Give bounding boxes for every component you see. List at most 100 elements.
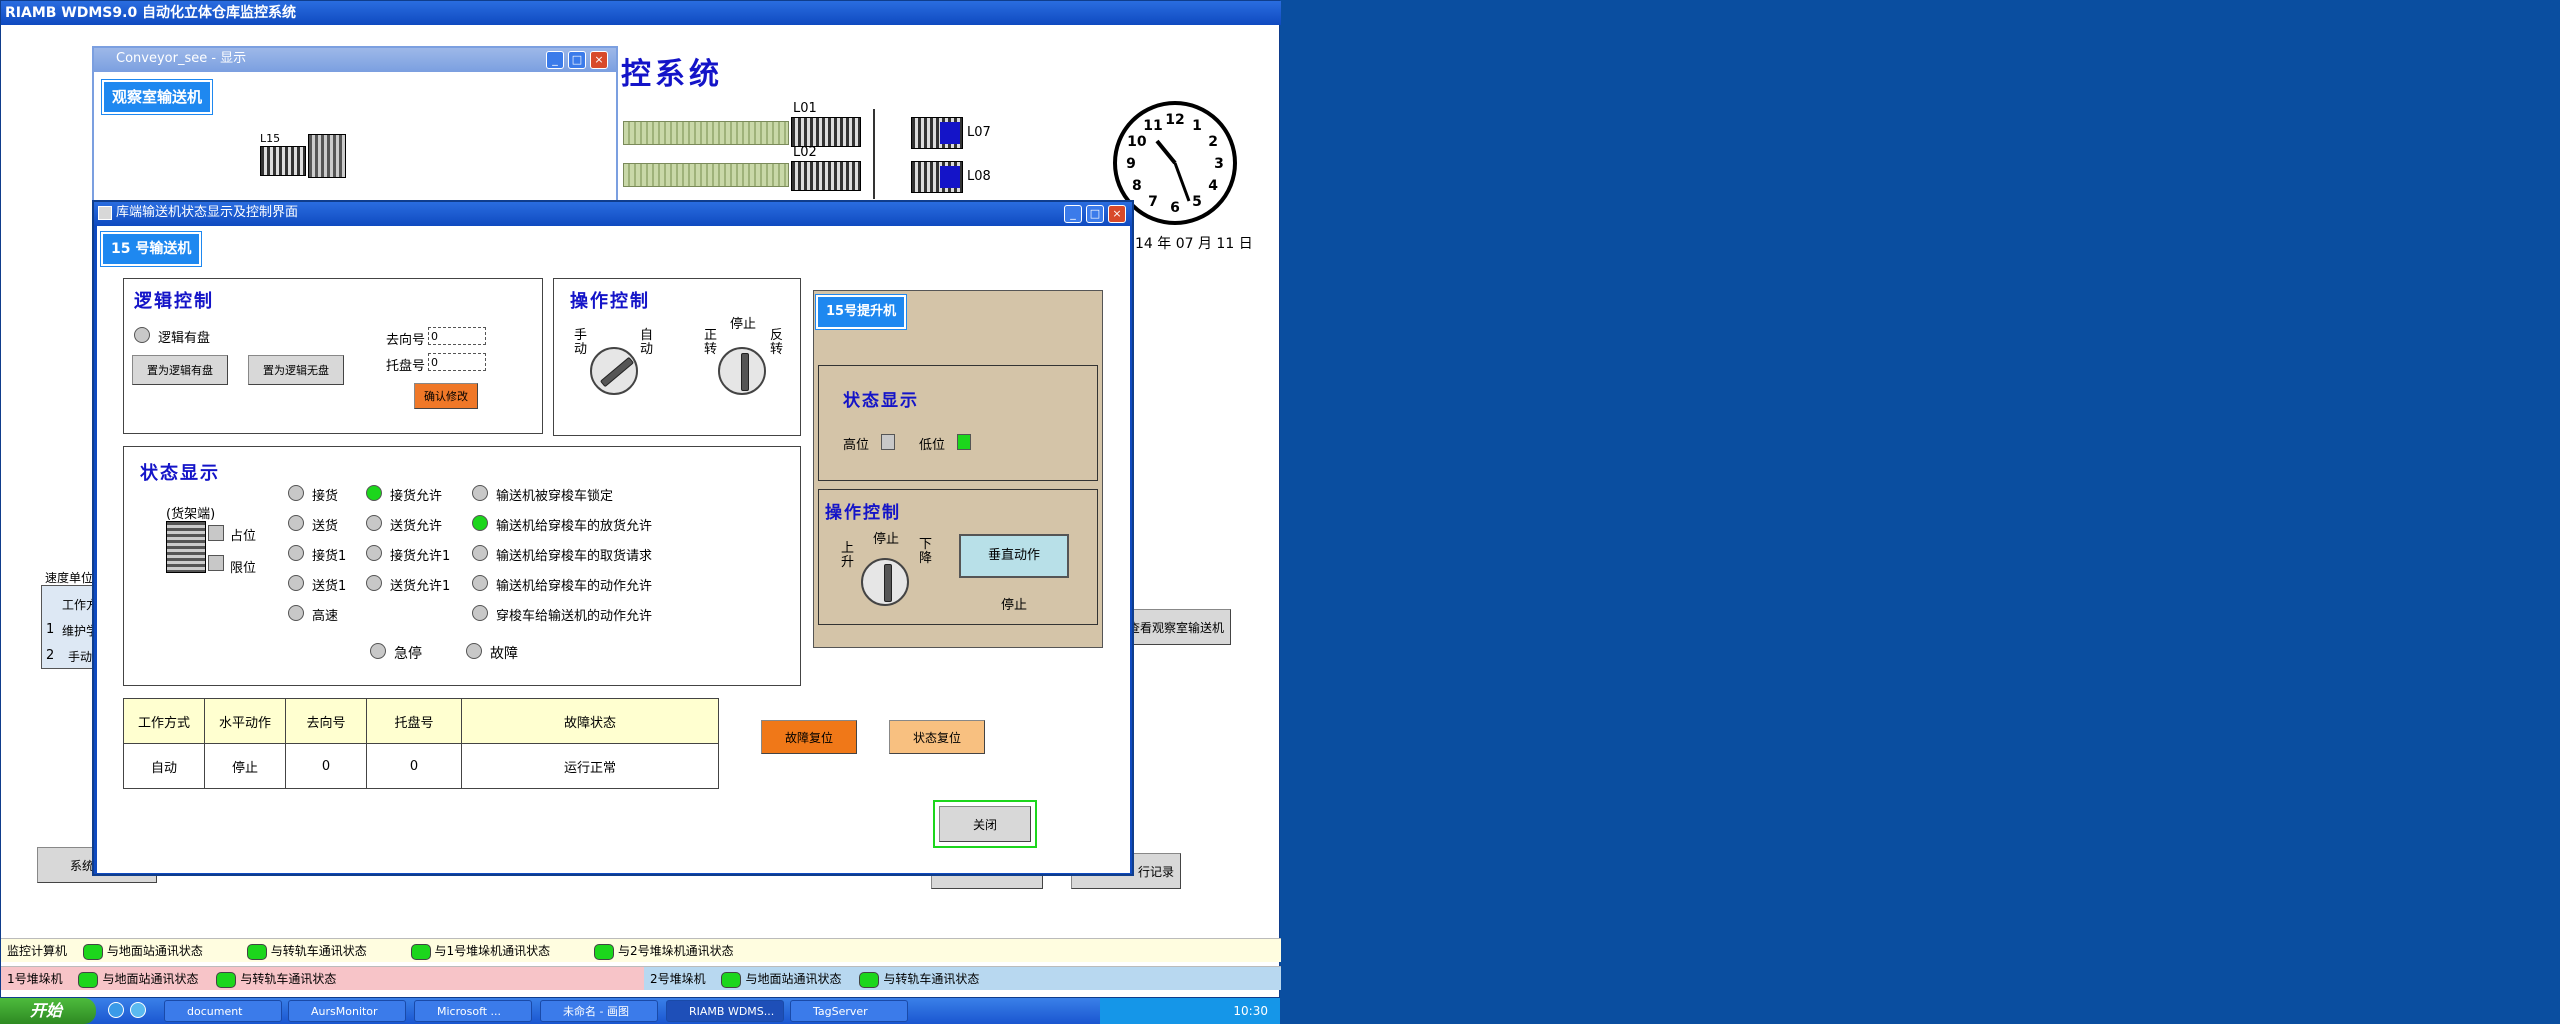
lift-operation-group: 操作控制 停止 上升 下降 垂直动作 停止: [818, 489, 1098, 625]
vertical-action-button[interactable]: 垂直动作: [959, 534, 1069, 578]
start-button[interactable]: 开始: [0, 998, 96, 1024]
taskbar-item[interactable]: TagServer: [790, 1000, 908, 1022]
view-conveyor-button[interactable]: 查看观察室输送机: [1121, 609, 1231, 645]
system-tray: 10:30: [1100, 998, 1280, 1024]
stop-label: 停止: [730, 317, 757, 332]
taskbar-item[interactable]: document: [164, 1000, 282, 1022]
status-display-title: 状态显示: [140, 463, 220, 484]
status-indicator: [472, 485, 488, 501]
close-button-frame: 关闭: [933, 800, 1037, 848]
status-text: 与2号堆垛机通讯状态: [618, 944, 734, 958]
forward-label: 正转: [704, 328, 718, 357]
status-indicator: [288, 575, 304, 591]
status-label: 输送机给穿梭车的动作允许: [496, 579, 653, 594]
dialog-body: 15 号输送机 逻辑控制 逻辑有盘 置为逻辑有盘 置为逻辑无盘 去向号 0 托盘…: [97, 226, 1130, 873]
shelf-end-graphic: [166, 521, 206, 573]
table-header: 托盘号: [366, 698, 462, 744]
status-row-stacker1: 1号堆垛机 与地面站通讯状态 与转轨车通讯状态: [1, 966, 644, 990]
conveyor-dialog: 库端输送机状态显示及控制界面 _ □ × 15 号输送机 逻辑控制 逻辑有盘 置…: [92, 200, 1134, 876]
lift-low-indicator: [957, 434, 971, 450]
tray-input[interactable]: 0: [428, 353, 486, 371]
lift-unit[interactable]: [911, 161, 963, 193]
lift-knob[interactable]: [861, 558, 909, 606]
clock-number: 3: [1214, 156, 1224, 172]
status-label: 接货允许1: [390, 549, 451, 564]
fault-indicator: [466, 643, 482, 659]
knob-pointer: [599, 356, 635, 388]
occupy-label: 占位: [230, 529, 257, 544]
conveyor-window: Conveyor_see - 显示 _ □ × 观察室输送机 L15: [92, 46, 618, 202]
status-label: 输送机被穿梭车锁定: [496, 489, 614, 504]
bg-table-cell: 1: [46, 622, 55, 637]
close-button[interactable]: ×: [590, 51, 608, 69]
taskbar-item[interactable]: AursMonitor: [288, 1000, 406, 1022]
occupy-indicator: [208, 525, 224, 541]
lift-label: L07: [967, 125, 991, 140]
conveyor-unit[interactable]: [791, 161, 861, 191]
clock-number: 9: [1126, 156, 1136, 172]
clock-hour-hand: [1155, 139, 1177, 165]
system-heading: 控系统: [621, 57, 723, 92]
direction-knob[interactable]: [718, 347, 766, 395]
lift-panel: 15号提升机 状态显示 高位 低位 操作控制 停止 上升 下降 垂直动作 停止: [813, 290, 1103, 648]
taskbar-item[interactable]: Microsoft ...: [414, 1000, 532, 1022]
window-icon: [98, 206, 112, 220]
set-no-tray-button[interactable]: 置为逻辑无盘: [248, 355, 344, 385]
dest-input[interactable]: 0: [428, 327, 486, 345]
logic-has-tray-indicator: [134, 327, 150, 343]
fault-reset-button[interactable]: 故障复位: [761, 720, 857, 754]
taskbar-item[interactable]: 未命名 - 画图: [540, 1000, 658, 1022]
maximize-button[interactable]: □: [1086, 205, 1104, 223]
lift-stop-label: 停止: [873, 532, 900, 547]
table-cell: 运行正常: [461, 743, 719, 789]
lift-operation-title: 操作控制: [825, 503, 901, 523]
conveyor-unit[interactable]: [791, 117, 861, 147]
status-led: [82, 943, 103, 960]
close-dialog-button[interactable]: 关闭: [939, 806, 1031, 842]
status-led: [246, 943, 267, 960]
clock-face: 12 12 3 45678 9 1011: [1126, 112, 1224, 216]
status-row-label: 监控计算机: [7, 944, 68, 958]
bg-table-cell: 手动: [68, 650, 93, 664]
status-indicator: [288, 605, 304, 621]
status-row-label: 1号堆垛机: [7, 972, 63, 986]
conveyor-label: L02: [793, 145, 817, 160]
status-indicator: [288, 485, 304, 501]
lift-unit[interactable]: [911, 117, 963, 149]
status-text: 与地面站通讯状态: [106, 944, 203, 958]
quick-launch-icon[interactable]: [108, 1002, 124, 1018]
app-title: RIAMB WDMS9.0 自动化立体仓库监控系统: [1, 1, 1281, 25]
bg-table-cell: 2: [46, 648, 55, 663]
clock-number: 1: [1192, 118, 1202, 134]
status-indicator: [366, 485, 382, 501]
conveyor-unit[interactable]: [260, 146, 306, 176]
maximize-button[interactable]: □: [568, 51, 586, 69]
clock-minute-hand: [1173, 162, 1191, 202]
status-reset-button[interactable]: 状态复位: [889, 720, 985, 754]
minimize-button[interactable]: _: [546, 51, 564, 69]
mode-knob[interactable]: [590, 347, 638, 395]
status-label: 接货1: [312, 549, 347, 564]
lift-unit[interactable]: [308, 134, 346, 178]
status-label: 送货允许: [390, 519, 443, 534]
minimize-button[interactable]: _: [1064, 205, 1082, 223]
lift-high-indicator: [881, 434, 895, 450]
status-indicator: [472, 575, 488, 591]
confirm-change-button[interactable]: 确认修改: [414, 383, 478, 409]
lift-low-label: 低位: [919, 438, 946, 453]
status-indicator: [288, 515, 304, 531]
set-has-tray-button[interactable]: 置为逻辑有盘: [132, 355, 228, 385]
clock-number: 10: [1127, 134, 1147, 150]
status-row-monitor: 监控计算机 与地面站通讯状态 与转轨车通讯状态 与1号堆垛机通讯状态 与2号堆垛…: [1, 938, 1281, 962]
status-label: 输送机给穿梭车的放货允许: [496, 519, 653, 534]
taskbar-item[interactable]: RIAMB WDMS...: [666, 1000, 784, 1022]
close-button[interactable]: ×: [1108, 205, 1126, 223]
estop-label: 急停: [394, 646, 422, 662]
clock-number: 5: [1192, 194, 1202, 210]
reverse-label: 反转: [770, 328, 784, 357]
browser-icon[interactable]: [130, 1002, 146, 1018]
status-text: 与地面站通讯状态: [102, 972, 199, 986]
logic-has-tray-label: 逻辑有盘: [158, 331, 211, 346]
status-row-stacker2: 2号堆垛机 与地面站通讯状态 与转轨车通讯状态: [644, 966, 1281, 990]
info-table: 工作方式 水平动作 去向号 托盘号 故障状态 自动 停止 0 0 运行正常: [123, 698, 719, 789]
